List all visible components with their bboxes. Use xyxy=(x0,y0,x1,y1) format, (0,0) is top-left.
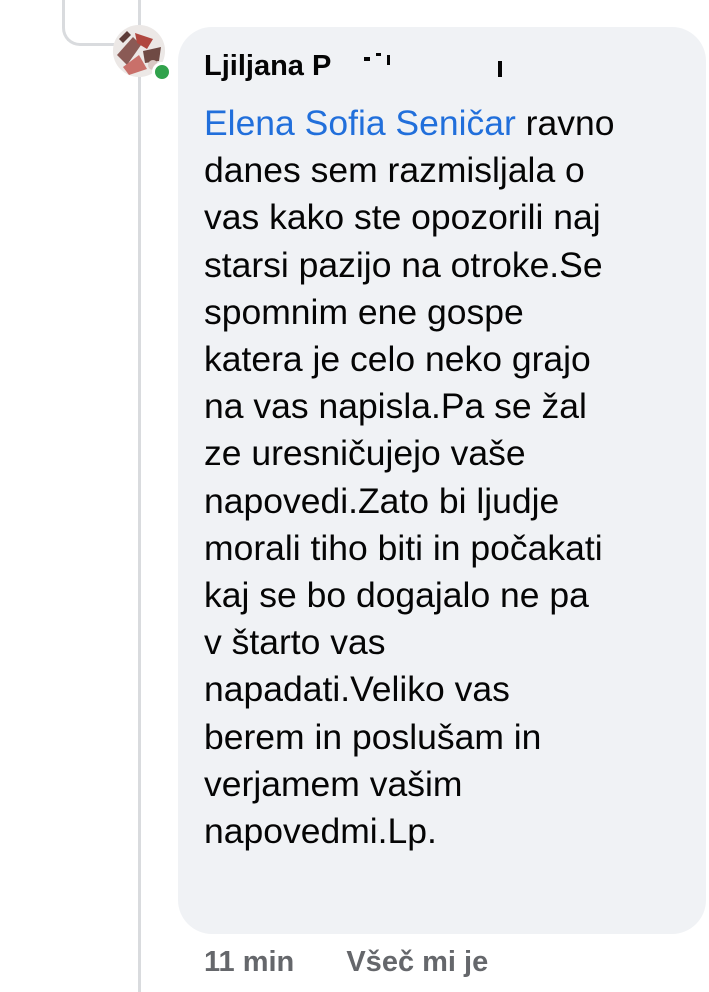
comment-line: danes sem razmisljala o xyxy=(204,150,585,191)
comment-actions: 11 min Všeč mi je xyxy=(204,946,488,986)
comment-line: katera je celo neko grajo xyxy=(204,339,591,380)
comment-line: na vas napisla.Pa se žal xyxy=(204,386,587,427)
comment-line: spomnim ene gospe xyxy=(204,291,524,332)
comment-body: Elena Sofia Seničar ravno danes sem razm… xyxy=(204,100,694,855)
comment-line: ravno xyxy=(515,103,615,143)
comment-line: v štarto vas xyxy=(204,622,386,663)
redacted-name-remnant-icon xyxy=(364,53,502,77)
comment-timestamp[interactable]: 11 min xyxy=(204,946,294,979)
mention-link[interactable]: Elena Sofia Seničar xyxy=(204,103,516,143)
comment-line: ze uresničujejo vaše xyxy=(204,433,526,474)
online-status-icon xyxy=(152,62,172,82)
author-name[interactable]: Ljiljana P xyxy=(204,50,331,82)
comment-author[interactable]: Ljiljana P xyxy=(204,47,694,87)
comment-line-first: Elena Sofia Seničar ravno xyxy=(204,100,694,147)
thread-connector-line xyxy=(138,0,141,992)
comment-bubble: Ljiljana P Elena Sofia Seničar ravno dan… xyxy=(178,27,706,934)
comment-line: starsi pazijo na otroke.Se xyxy=(204,244,603,285)
comment-line: napadati.Veliko vas xyxy=(204,669,510,710)
comment-line: kaj se bo dogajalo ne pa xyxy=(204,575,589,616)
like-button[interactable]: Všeč mi je xyxy=(346,946,488,979)
thread-reply-elbow xyxy=(62,0,114,46)
comment-line: vas kako ste opozorili naj xyxy=(204,197,601,238)
comment-line: berem in poslušam in xyxy=(204,716,542,757)
comment-line: napovedi.Zato bi ljudje xyxy=(204,480,560,521)
comment-line: morali tiho biti in počakati xyxy=(204,527,603,568)
comment-line: napovedmi.Lp. xyxy=(204,811,437,852)
comment-line: verjamem vašim xyxy=(204,763,463,804)
